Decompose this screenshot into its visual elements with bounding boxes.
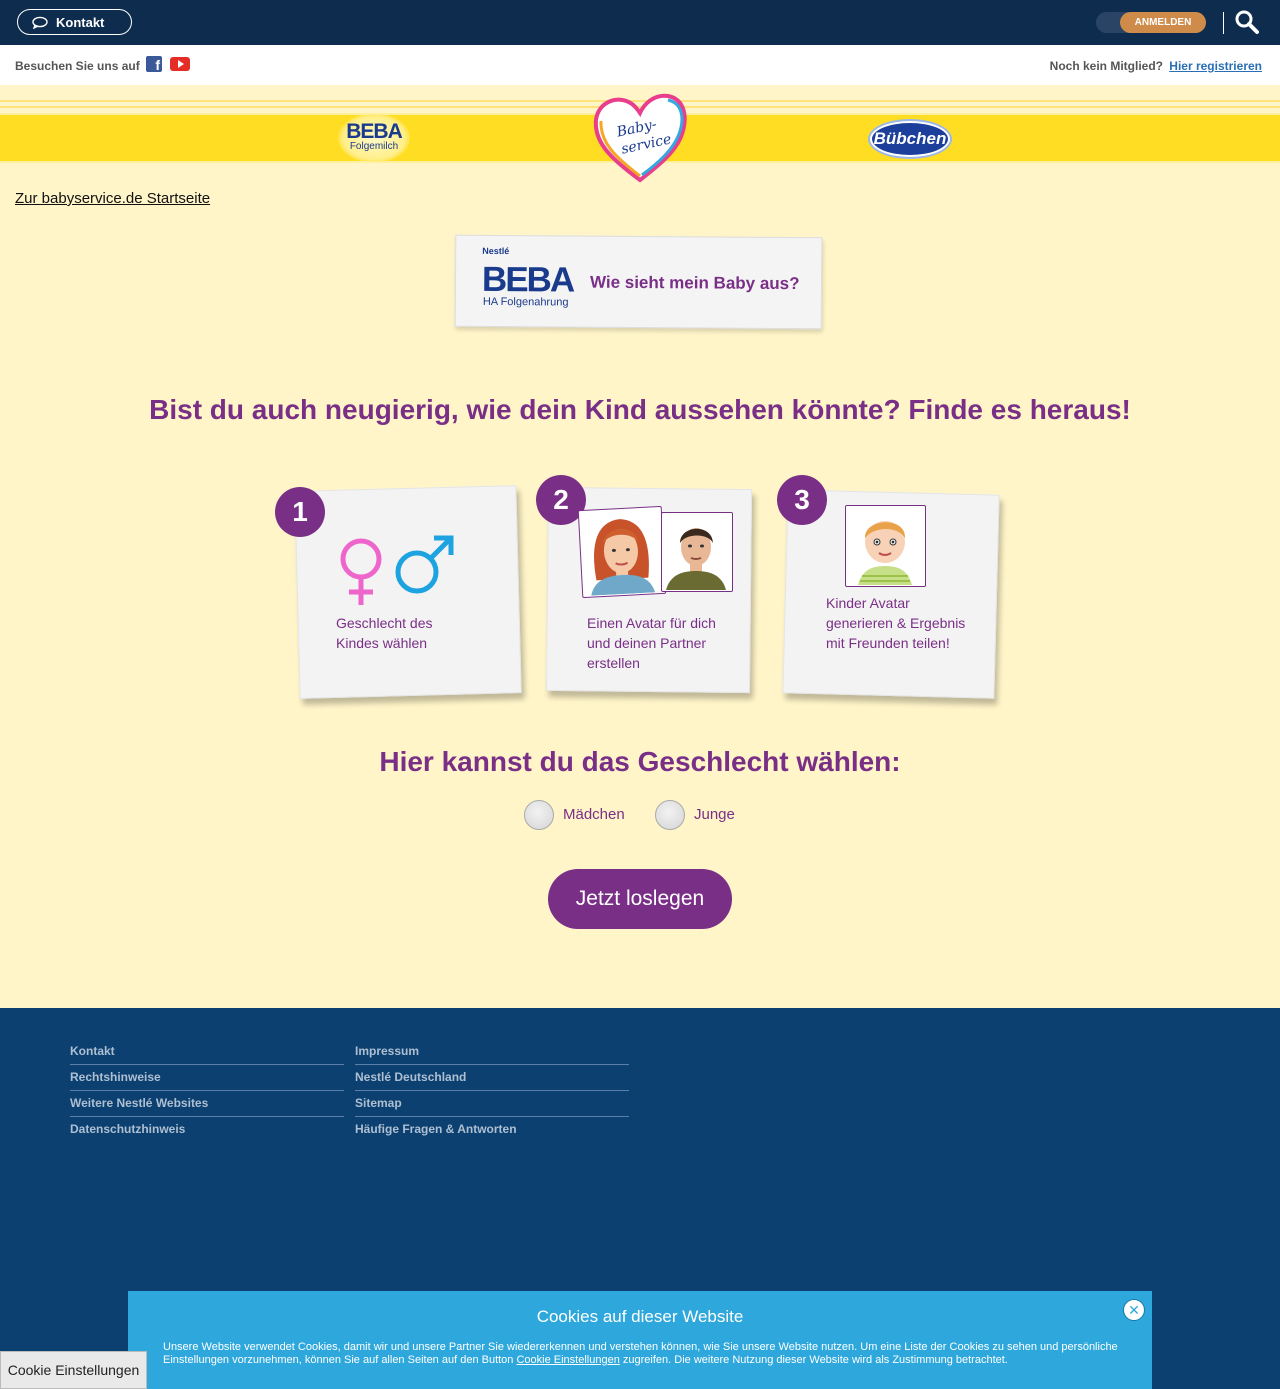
banner-title: Wie sieht mein Baby aus? xyxy=(589,272,800,294)
step-text-1-line2: Kindes wählen xyxy=(336,635,428,651)
top-bar: Kontakt ANMELDEN xyxy=(0,0,1280,45)
kontakt-button[interactable]: Kontakt xyxy=(17,9,132,35)
footer-link-weitere-websites[interactable]: Weitere Nestlé Websites xyxy=(70,1096,208,1110)
radio-girl[interactable] xyxy=(524,800,554,830)
bubchen-logo[interactable]: Bübchen xyxy=(870,121,950,157)
child-avatar-face-icon xyxy=(858,521,912,585)
footer-divider xyxy=(70,1116,344,1117)
footer-link-impressum[interactable]: Impressum xyxy=(355,1044,419,1058)
step-text-2: Einen Avatar für dich und deinen Partner… xyxy=(587,613,716,673)
footer-divider xyxy=(355,1064,629,1065)
footer-divider xyxy=(70,1064,344,1065)
cookie-banner: Cookies auf dieser Website Unsere Websit… xyxy=(128,1291,1152,1389)
step-text-2-line2: und deinen Partner xyxy=(587,635,707,651)
radio-boy[interactable] xyxy=(655,800,685,830)
footer-divider xyxy=(70,1090,344,1091)
social-bar: Besuchen Sie uns auf f Noch kein Mitglie… xyxy=(0,45,1280,85)
footer-link-rechtshinweise[interactable]: Rechtshinweise xyxy=(70,1070,161,1084)
home-link[interactable]: Zur babyservice.de Startseite xyxy=(15,190,210,207)
banner-brand-top: Nestlé xyxy=(482,245,510,257)
male-avatar-face-icon xyxy=(666,528,726,590)
footer-link-sitemap[interactable]: Sitemap xyxy=(355,1096,402,1110)
footer-divider xyxy=(355,1116,629,1117)
female-avatar-face-icon xyxy=(591,519,656,596)
step-number-3: 3 xyxy=(777,475,827,525)
step-text-2-line3: erstellen xyxy=(587,655,640,671)
footer-link-kontakt[interactable]: Kontakt xyxy=(70,1044,115,1058)
step-text-2-line1: Einen Avatar für dich xyxy=(587,615,716,631)
cookie-settings-button[interactable]: Cookie Einstellungen xyxy=(0,1351,147,1389)
male-avatar xyxy=(661,512,733,592)
facebook-icon[interactable]: f xyxy=(146,56,162,73)
beba-logo-sub: Folgemilch xyxy=(349,141,399,152)
step-text-3: Kinder Avatar generieren & Ergebnis mit … xyxy=(826,593,965,653)
step-number-1: 1 xyxy=(275,487,325,537)
cookie-text: Unsere Website verwendet Cookies, damit … xyxy=(163,1341,1123,1367)
cookie-text-after: zugreifen. Die weitere Nutzung dieser We… xyxy=(619,1354,1008,1366)
footer-divider xyxy=(355,1090,629,1091)
login-button[interactable]: ANMELDEN xyxy=(1120,12,1206,33)
beba-banner: Nestlé BEBA HA Folgenahrung Wie sieht me… xyxy=(454,234,823,330)
gender-heading: Hier kannst du das Geschlecht wählen: xyxy=(379,746,901,777)
babyservice-logo[interactable]: Baby- service xyxy=(590,90,690,184)
main-heading: Bist du auch neugierig, wie dein Kind au… xyxy=(149,394,1131,425)
radio-boy-label[interactable]: Junge xyxy=(694,806,735,823)
step-text-1-line1: Geschlecht des xyxy=(336,615,433,631)
kontakt-label: Kontakt xyxy=(56,14,105,30)
cookie-settings-link[interactable]: Cookie Einstellungen xyxy=(516,1354,619,1366)
close-icon[interactable]: ✕ xyxy=(1124,1300,1144,1320)
register-link[interactable]: Hier registrieren xyxy=(1169,59,1262,73)
female-avatar xyxy=(577,505,667,599)
female-symbol-icon xyxy=(340,538,382,605)
divider xyxy=(1223,12,1224,34)
male-symbol-icon xyxy=(395,535,454,594)
no-member-text: Noch kein Mitglied? xyxy=(1049,59,1163,73)
chat-bubble-icon xyxy=(32,16,48,29)
footer-link-nestle-deutschland[interactable]: Nestlé Deutschland xyxy=(355,1070,466,1084)
footer-link-datenschutz[interactable]: Datenschutzhinweis xyxy=(70,1122,185,1136)
step-text-3-line2: generieren & Ergebnis xyxy=(826,615,966,631)
step-text-1: Geschlecht des Kindes wählen xyxy=(336,613,433,653)
cookie-title: Cookies auf dieser Website xyxy=(536,1307,744,1326)
start-button[interactable]: Jetzt loslegen xyxy=(548,869,732,929)
step-text-3-line3: mit Freunden teilen! xyxy=(826,635,950,651)
search-icon[interactable] xyxy=(1234,9,1260,35)
banner-brand: BEBA xyxy=(481,259,574,300)
footer-link-faq[interactable]: Häufige Fragen & Antworten xyxy=(355,1122,517,1136)
visit-us-text: Besuchen Sie uns auf xyxy=(15,59,140,73)
beba-logo-name: BEBA xyxy=(346,120,403,143)
radio-girl-label[interactable]: Mädchen xyxy=(563,806,625,823)
step-text-3-line1: Kinder Avatar xyxy=(826,595,910,611)
gender-symbols xyxy=(340,535,454,605)
youtube-icon[interactable] xyxy=(170,57,190,71)
banner-brand-sub: HA Folgenahrung xyxy=(482,295,569,309)
child-avatar xyxy=(845,505,926,587)
beba-logo[interactable]: BEBA Folgemilch xyxy=(338,113,410,163)
